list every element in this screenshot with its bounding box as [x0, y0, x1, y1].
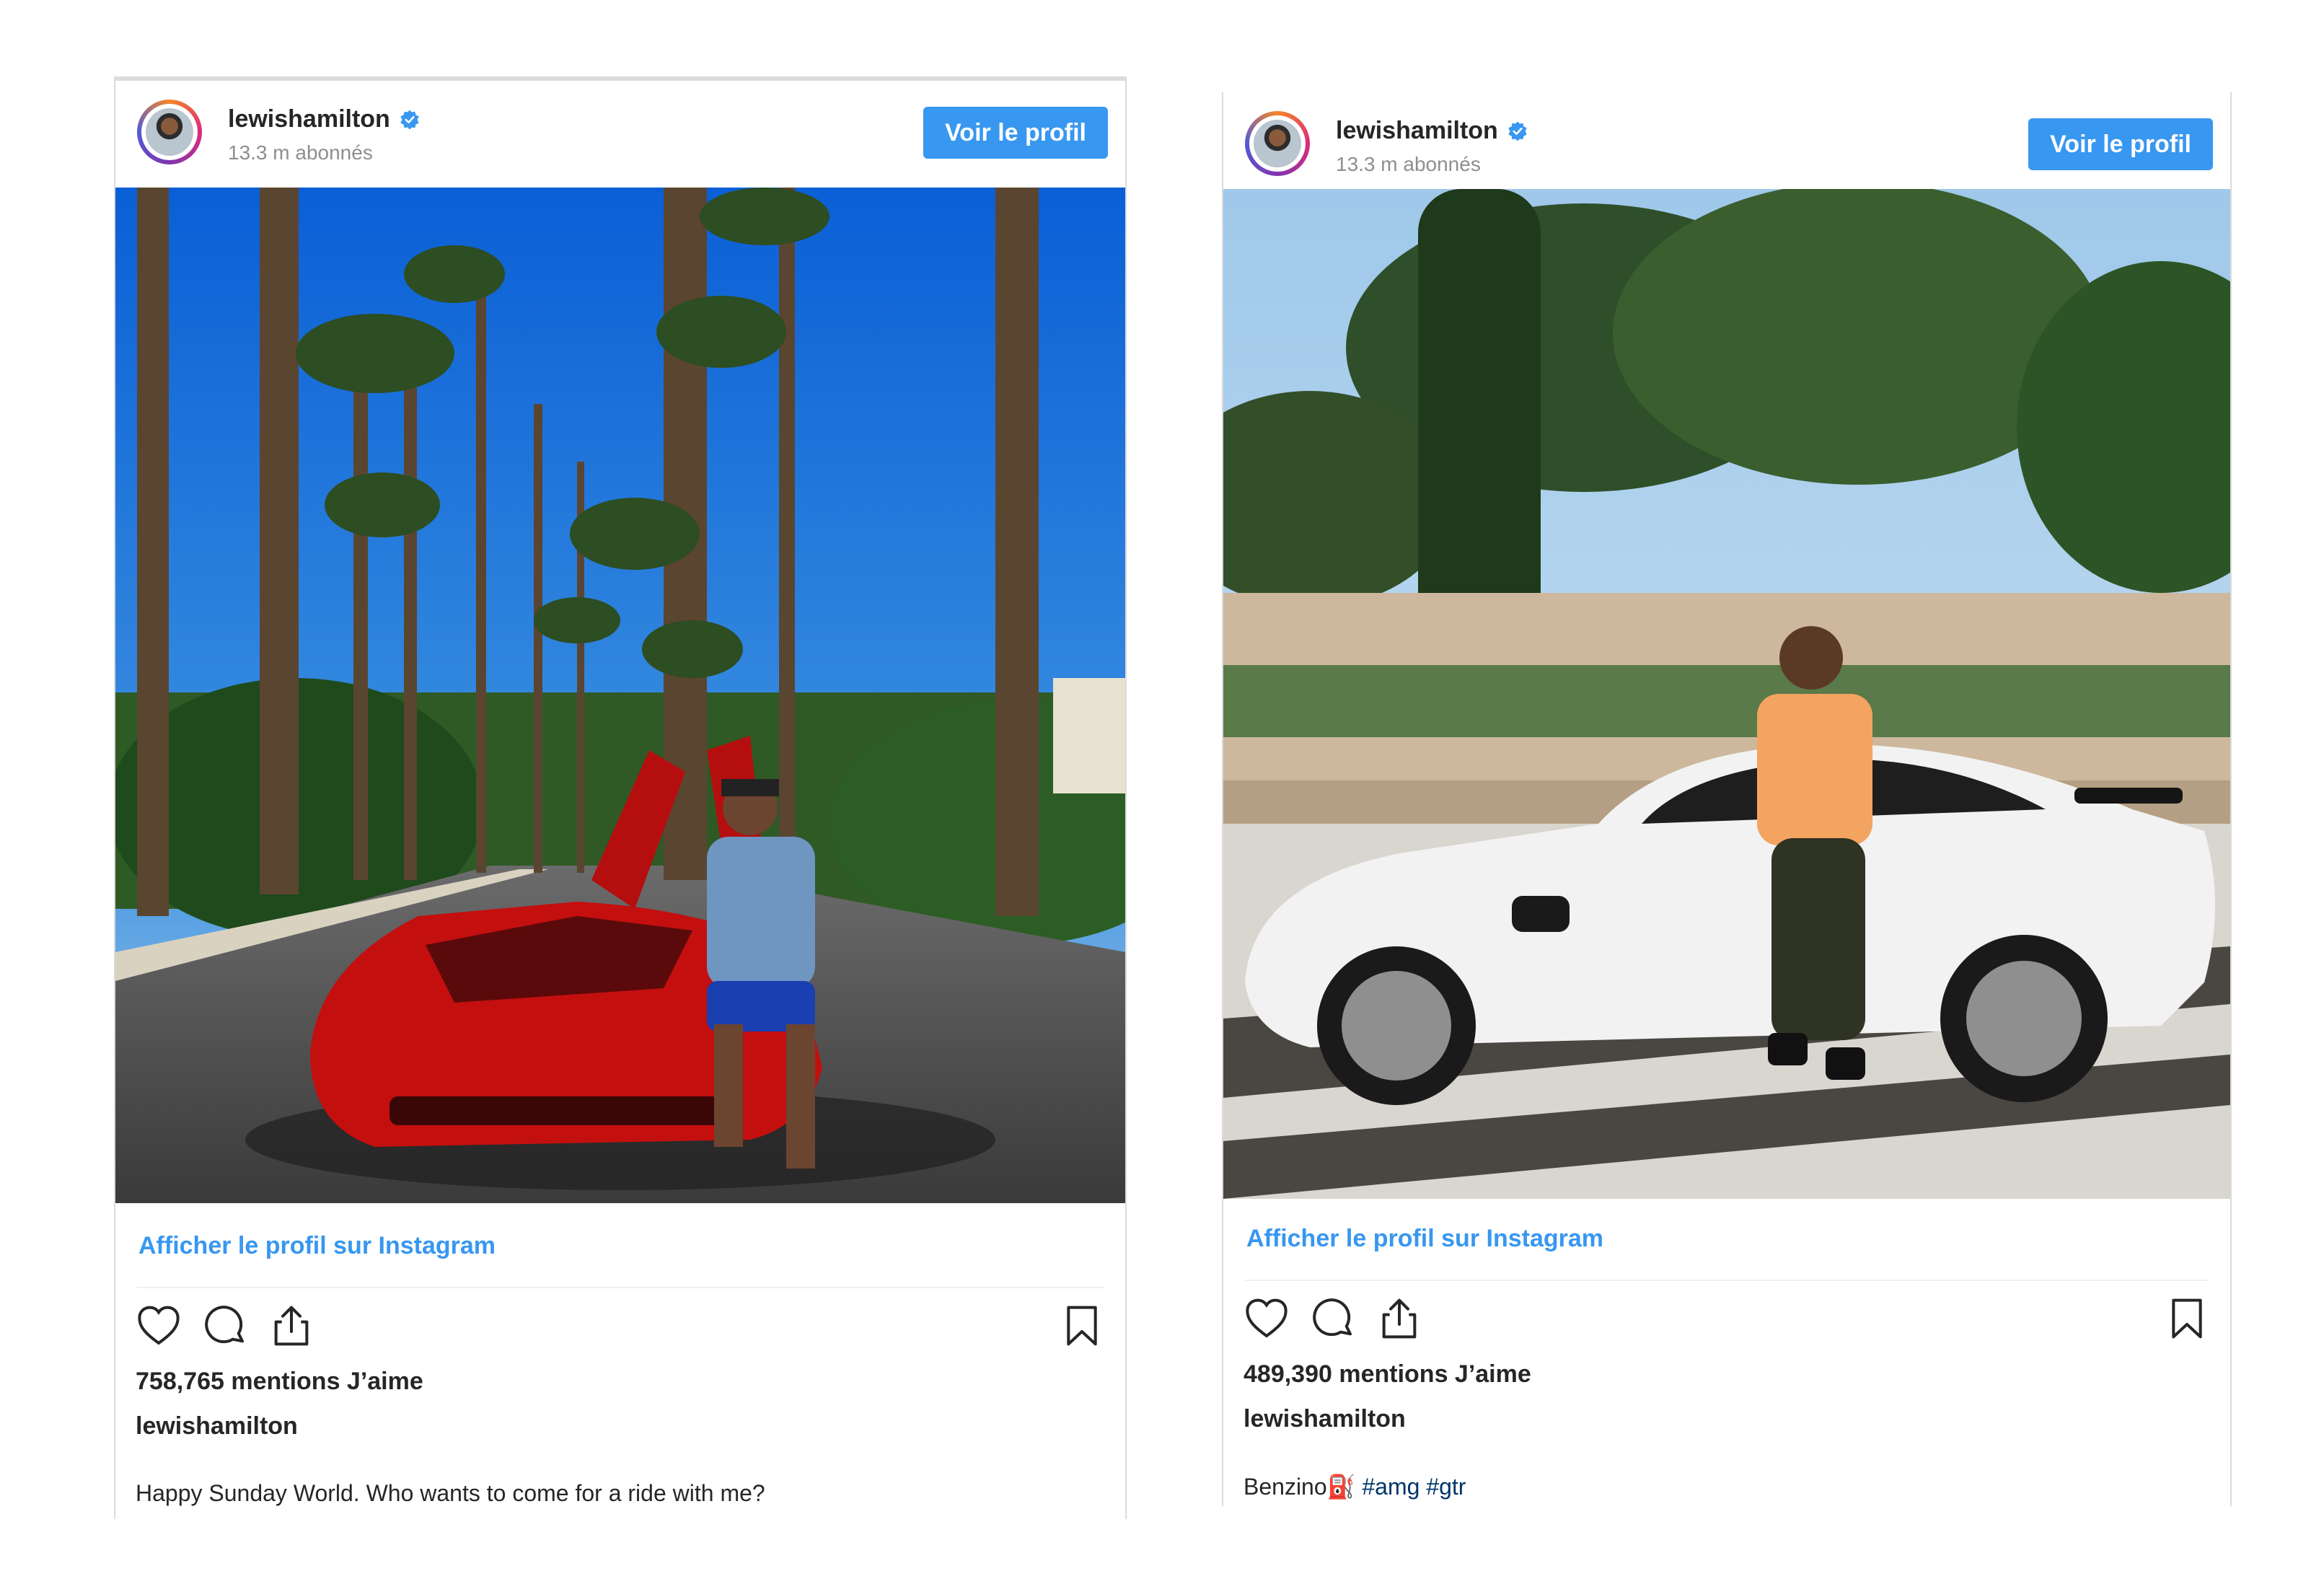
view-profile-button[interactable]: Voir le profil	[2028, 118, 2213, 170]
hashtag-link[interactable]: #gtr	[1426, 1474, 1466, 1500]
caption-username[interactable]: lewishamilton	[1244, 1405, 1406, 1433]
caption-text: Benzino⛽ #amg #gtr	[1244, 1473, 1466, 1500]
divider	[137, 1287, 1104, 1288]
like-count[interactable]: 489,390 mentions J’aime	[1244, 1360, 1531, 1389]
share-icon[interactable]	[265, 1300, 317, 1352]
bookmark-icon[interactable]	[2161, 1293, 2213, 1345]
follower-count: 13.3 m abonnés	[228, 141, 373, 164]
post-header: lewishamilton 13.3 m abonnés Voir le pro…	[1223, 92, 2230, 199]
like-count[interactable]: 758,765 mentions J’aime	[136, 1368, 423, 1396]
heart-icon[interactable]	[133, 1300, 185, 1352]
heart-icon[interactable]	[1241, 1293, 1293, 1345]
verified-badge-icon	[400, 110, 419, 129]
photo-white-mercedes-amg-gtr	[1223, 189, 2230, 1199]
divider	[1245, 1280, 2209, 1281]
action-bar	[133, 1300, 1108, 1358]
caption-body: Benzino⛽	[1244, 1474, 1356, 1500]
caption-username[interactable]: lewishamilton	[136, 1412, 298, 1440]
verified-badge-icon	[1508, 121, 1527, 141]
avatar[interactable]	[137, 100, 202, 164]
view-profile-on-instagram-link[interactable]: Afficher le profil sur Instagram	[1246, 1225, 1603, 1253]
post-photo[interactable]	[115, 188, 1125, 1203]
instagram-embed-card-1: lewishamilton 13.3 m abonnés Voir le pro…	[114, 76, 1127, 1519]
post-header: lewishamilton 13.3 m abonnés Voir le pro…	[115, 81, 1125, 188]
view-profile-on-instagram-link[interactable]: Afficher le profil sur Instagram	[138, 1232, 496, 1260]
action-bar	[1241, 1293, 2213, 1350]
comment-icon[interactable]	[1307, 1293, 1359, 1345]
bookmark-icon[interactable]	[1056, 1300, 1108, 1352]
follower-count: 13.3 m abonnés	[1336, 153, 1481, 175]
hashtag-link[interactable]: #amg	[1362, 1474, 1420, 1500]
photo-red-ferrari-palm-street	[115, 188, 1125, 1203]
caption-text: Happy Sunday World. Who wants to come fo…	[136, 1480, 765, 1506]
post-photo[interactable]	[1223, 189, 2230, 1199]
avatar[interactable]	[1245, 111, 1310, 176]
comment-icon[interactable]	[199, 1300, 251, 1352]
username[interactable]: lewishamilton	[1336, 117, 1498, 145]
view-profile-button[interactable]: Voir le profil	[923, 107, 1108, 159]
instagram-embed-card-2: lewishamilton 13.3 m abonnés Voir le pro…	[1222, 92, 2232, 1506]
share-icon[interactable]	[1373, 1293, 1425, 1345]
username[interactable]: lewishamilton	[228, 105, 390, 133]
